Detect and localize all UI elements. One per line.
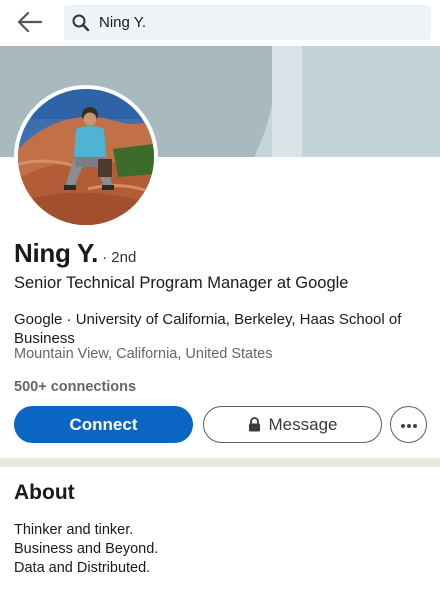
search-icon (71, 13, 91, 33)
name-row: Ning Y. · 2nd (14, 238, 136, 269)
about-line: Data and Distributed. (14, 560, 151, 576)
about-heading: About (14, 481, 75, 504)
about-text: Thinker and tinker. Business and Beyond.… (14, 521, 158, 578)
top-bar: Ning Y. (0, 0, 440, 46)
about-line: Business and Beyond. (14, 541, 159, 557)
section-divider (0, 458, 440, 467)
connections-count[interactable]: 500+ connections (14, 379, 136, 395)
profile-name: Ning Y. (14, 238, 99, 268)
more-options-button[interactable] (390, 406, 427, 443)
lock-icon (248, 417, 261, 432)
search-query-text: Ning Y. (99, 14, 146, 31)
avatar[interactable] (14, 85, 158, 229)
connect-button[interactable]: Connect (14, 406, 193, 443)
back-arrow-icon[interactable] (14, 8, 48, 36)
profile-headline: Senior Technical Program Manager at Goog… (14, 274, 349, 292)
search-input[interactable]: Ning Y. (64, 5, 431, 40)
ellipsis-icon (400, 416, 418, 434)
profile-location: Mountain View, California, United States (14, 346, 273, 362)
profile-education: Google · University of California, Berke… (14, 311, 402, 347)
message-button[interactable]: Message (203, 406, 382, 443)
message-button-label: Message (268, 414, 338, 434)
connection-degree: · 2nd (102, 249, 137, 266)
about-line: Thinker and tinker. (14, 522, 134, 538)
